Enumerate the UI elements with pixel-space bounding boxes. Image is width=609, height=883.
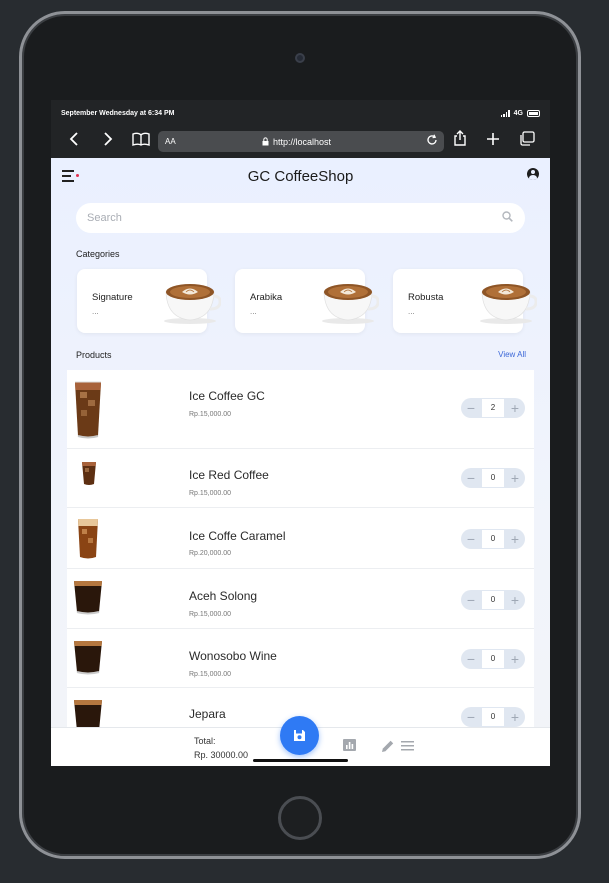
app-content: GC CoffeeShop Categories Signature ... A… [51, 158, 550, 766]
product-price: Rp.15,000.00 [189, 671, 232, 678]
product-row[interactable]: Ice Coffee GC Rp.15,000.00 − 2 + [67, 370, 534, 449]
product-name: Ice Coffee GC [189, 389, 265, 403]
product-row[interactable]: Aceh Solong Rp.15,000.00 − 0 + [67, 569, 534, 629]
category-card-signature[interactable]: Signature ... [77, 269, 221, 333]
quantity-value[interactable]: 0 [482, 591, 504, 609]
browser-toolbar: AA http://localhost [51, 126, 550, 158]
lock-icon [262, 137, 269, 146]
chevron-left-icon[interactable] [57, 126, 91, 158]
latte-cup-image [322, 284, 379, 324]
plus-icon[interactable]: + [507, 470, 523, 486]
coffee-glass-image [74, 641, 102, 675]
quantity-stepper[interactable]: − 0 + [461, 707, 525, 727]
minus-icon[interactable]: − [463, 592, 479, 608]
front-camera [295, 53, 305, 63]
view-all-link[interactable]: View All [476, 350, 526, 359]
plus-icon[interactable]: + [507, 709, 523, 725]
minus-icon[interactable]: − [463, 470, 479, 486]
product-row[interactable]: Ice Coffe Caramel Rp.20,000.00 − 0 + [67, 508, 534, 569]
categories-heading: Categories [76, 249, 120, 259]
product-name: Wonosobo Wine [189, 649, 277, 663]
quantity-value[interactable]: 0 [482, 650, 504, 668]
category-subtitle: ... [92, 307, 99, 316]
screen: September Wednesday at 6:34 PM 4G AA htt… [51, 100, 550, 766]
quantity-stepper[interactable]: − 2 + [461, 398, 525, 418]
floppy-disk-icon [294, 730, 305, 741]
latte-cup-image [164, 284, 221, 324]
total-value: Rp. 30000.00 [194, 750, 249, 760]
url-bar[interactable]: AA http://localhost [158, 131, 444, 152]
quantity-stepper[interactable]: − 0 + [461, 590, 525, 610]
product-row[interactable]: Wonosobo Wine Rp.15,000.00 − 0 + [67, 629, 534, 688]
profile-icon[interactable] [527, 168, 539, 180]
latte-cup-image [480, 284, 537, 324]
quantity-value[interactable]: 0 [482, 708, 504, 726]
home-indicator [253, 759, 348, 762]
coffee-glass-image [74, 700, 102, 730]
plus-icon[interactable] [476, 126, 510, 158]
product-price: Rp.15,000.00 [189, 490, 232, 497]
category-subtitle: ... [250, 307, 257, 316]
url-display: http://localhost [262, 137, 331, 147]
reload-icon[interactable] [426, 134, 438, 149]
chevron-right-icon[interactable] [91, 126, 125, 158]
category-name: Arabika [250, 292, 283, 303]
iced-coffee-image [78, 519, 98, 559]
page-title: GC CoffeeShop [247, 168, 354, 185]
url-text: http://localhost [273, 136, 332, 147]
text-size-button[interactable]: AA [165, 137, 176, 146]
search-icon[interactable] [502, 211, 513, 222]
list-icon[interactable] [401, 741, 414, 751]
product-name: Ice Red Coffee [189, 468, 269, 482]
quantity-stepper[interactable]: − 0 + [461, 468, 525, 488]
tabs-icon[interactable] [510, 126, 544, 158]
product-name: Aceh Solong [189, 589, 258, 603]
minus-icon[interactable]: − [463, 651, 479, 667]
quantity-value[interactable]: 2 [482, 399, 504, 417]
quantity-stepper[interactable]: − 0 + [461, 529, 525, 549]
product-list: Ice Coffee GC Rp.15,000.00 − 2 + Ice Red… [67, 370, 534, 730]
minus-icon[interactable]: − [463, 709, 479, 725]
product-price: Rp.15,000.00 [189, 611, 232, 618]
status-bar: September Wednesday at 6:34 PM 4G [51, 100, 550, 126]
minus-icon[interactable]: − [463, 531, 479, 547]
products-heading: Products [76, 350, 112, 360]
category-card-robusta[interactable]: Robusta ... [393, 269, 537, 333]
bottom-bar: Total: Rp. 30000.00 [51, 716, 550, 766]
plus-icon[interactable]: + [507, 592, 523, 608]
product-name: Jepara [189, 707, 226, 721]
product-price: Rp.15,000.00 [189, 411, 232, 418]
plus-icon[interactable]: + [507, 651, 523, 667]
save-button[interactable] [280, 716, 319, 755]
signal-icon [500, 109, 510, 117]
product-price: Rp.20,000.00 [189, 550, 232, 557]
status-indicators: 4G [500, 109, 540, 117]
category-name: Signature [92, 292, 133, 303]
battery-icon [527, 109, 540, 117]
search-input[interactable] [76, 203, 525, 233]
quantity-stepper[interactable]: − 0 + [461, 649, 525, 669]
iced-coffee-image [82, 462, 96, 485]
home-button[interactable] [278, 796, 322, 840]
chart-icon[interactable] [343, 739, 356, 751]
iced-coffee-image [75, 381, 101, 439]
category-subtitle: ... [408, 307, 415, 316]
plus-icon[interactable]: + [507, 400, 523, 416]
minus-icon[interactable]: − [463, 400, 479, 416]
product-name: Ice Coffe Caramel [189, 529, 286, 543]
share-icon[interactable] [443, 126, 477, 158]
plus-icon[interactable]: + [507, 531, 523, 547]
network-label: 4G [513, 109, 523, 117]
category-name: Robusta [408, 292, 444, 303]
quantity-value[interactable]: 0 [482, 530, 504, 548]
total-label: Total: [194, 736, 216, 746]
quantity-value[interactable]: 0 [482, 469, 504, 487]
product-row[interactable]: Ice Red Coffee Rp.15,000.00 − 0 + [67, 449, 534, 508]
category-card-arabika[interactable]: Arabika ... [235, 269, 379, 333]
status-date-time: September Wednesday at 6:34 PM [61, 109, 175, 117]
book-icon[interactable] [124, 126, 158, 158]
pencil-icon[interactable] [381, 739, 395, 753]
coffee-glass-image [74, 581, 102, 615]
